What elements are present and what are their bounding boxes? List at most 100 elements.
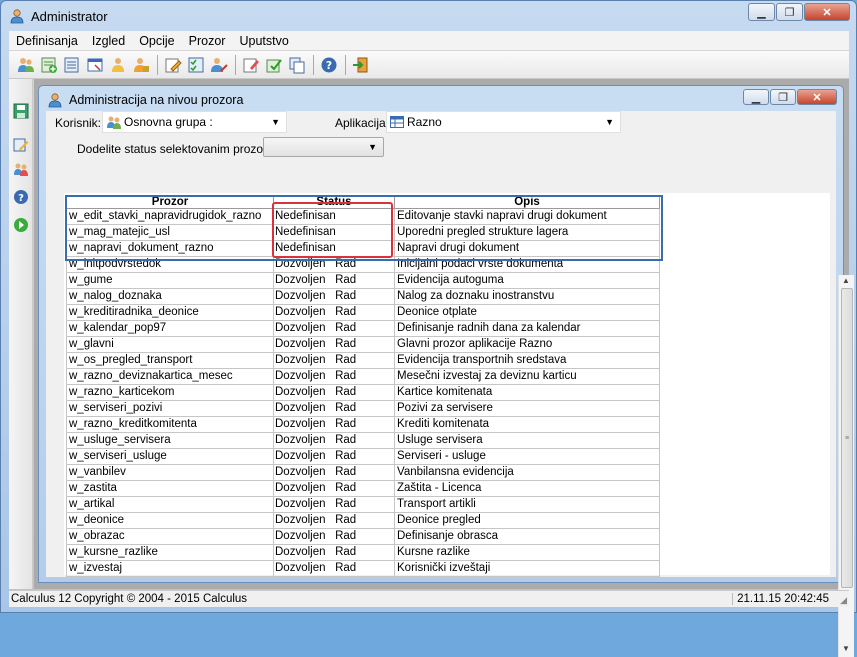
- child-minimize-button[interactable]: ▁: [743, 89, 769, 105]
- table-row[interactable]: w_artikal Dozvoljen Rad Transport artikli: [66, 496, 660, 513]
- cell-status[interactable]: Nedefinisan: [273, 224, 395, 241]
- cell-opis[interactable]: Zaštita - Licenca: [394, 480, 660, 497]
- cell-opis[interactable]: Uporedni pregled strukture lagera: [394, 224, 660, 241]
- resize-grip-icon[interactable]: ◢: [840, 595, 847, 606]
- table-row[interactable]: w_napravi_dokument_razno Nedefinisan Napra…: [66, 240, 660, 257]
- cell-status[interactable]: Dozvoljen Rad: [273, 496, 395, 513]
- cell-prozor[interactable]: w_kreditiradnika_deonice: [66, 304, 274, 321]
- menu-opcije[interactable]: Opcije: [132, 34, 181, 48]
- aplikacija-dropdown[interactable]: Razno ▼: [386, 111, 621, 133]
- menu-definisanja[interactable]: Definisanja: [9, 34, 85, 48]
- scroll-down-icon[interactable]: ▼: [842, 644, 850, 653]
- table-row[interactable]: w_glavni Dozvoljen Rad Glavni prozor aplik…: [66, 336, 660, 353]
- cell-status[interactable]: Nedefinisan: [273, 240, 395, 257]
- add-record-icon[interactable]: [38, 54, 60, 76]
- cell-prozor[interactable]: w_os_pregled_transport: [66, 352, 274, 369]
- cell-prozor[interactable]: w_deonice: [66, 512, 274, 529]
- table-row[interactable]: w_kreditiradnika_deonice Dozvoljen Rad Deo…: [66, 304, 660, 321]
- cell-status[interactable]: Dozvoljen Rad: [273, 336, 395, 353]
- cell-opis[interactable]: Kursne razlike: [394, 544, 660, 561]
- cell-opis[interactable]: Korisnički izveštaji: [394, 560, 660, 577]
- cell-prozor[interactable]: w_razno_kreditkomitenta: [66, 416, 274, 433]
- cell-status[interactable]: Dozvoljen Rad: [273, 272, 395, 289]
- child-restore-button[interactable]: ❐: [770, 89, 796, 105]
- cell-status[interactable]: Dozvoljen Rad: [273, 416, 395, 433]
- table-row[interactable]: w_serviseri_pozivi Dozvoljen Rad Pozivi za…: [66, 400, 660, 417]
- cell-opis[interactable]: Serviseri - usluge: [394, 448, 660, 465]
- edit-record-icon[interactable]: [61, 54, 83, 76]
- help-icon[interactable]: ?: [11, 187, 31, 207]
- cell-prozor[interactable]: w_obrazac: [66, 528, 274, 545]
- cell-opis[interactable]: Evidencija transportnih sredstava: [394, 352, 660, 369]
- window-icon[interactable]: [84, 54, 106, 76]
- go-icon[interactable]: [11, 215, 31, 235]
- title-bar[interactable]: Administrator ▁ ❐ ✕: [1, 1, 856, 31]
- column-header-status[interactable]: Status: [273, 195, 395, 209]
- cell-prozor[interactable]: w_artikal: [66, 496, 274, 513]
- cell-opis[interactable]: Mesečni izvestaj za deviznu karticu: [394, 368, 660, 385]
- cell-opis[interactable]: Pozivi za servisere: [394, 400, 660, 417]
- table-row[interactable]: w_initpodvrstedok Dozvoljen Rad Inicijalni…: [66, 256, 660, 273]
- cell-opis[interactable]: Napravi drugi dokument: [394, 240, 660, 257]
- help-icon[interactable]: ?: [318, 54, 340, 76]
- child-close-button[interactable]: ✕: [797, 89, 837, 105]
- cell-prozor[interactable]: w_serviseri_usluge: [66, 448, 274, 465]
- table-row[interactable]: w_zastita Dozvoljen Rad Zaštita - Licenca: [66, 480, 660, 497]
- table-row[interactable]: w_os_pregled_transport Dozvoljen Rad Evide…: [66, 352, 660, 369]
- cell-status[interactable]: Dozvoljen Rad: [273, 512, 395, 529]
- cell-status[interactable]: Dozvoljen Rad: [273, 448, 395, 465]
- cell-opis[interactable]: Usluge servisera: [394, 432, 660, 449]
- cell-status[interactable]: Dozvoljen Rad: [273, 256, 395, 273]
- korisnik-dropdown[interactable]: Osnovna grupa : ▼: [102, 111, 287, 133]
- cell-prozor[interactable]: w_izvestaj: [66, 560, 274, 577]
- cell-opis[interactable]: Transport artikli: [394, 496, 660, 513]
- cell-status[interactable]: Dozvoljen Rad: [273, 384, 395, 401]
- table-row[interactable]: w_nalog_doznaka Dozvoljen Rad Nalog za doz…: [66, 288, 660, 305]
- cell-prozor[interactable]: w_gume: [66, 272, 274, 289]
- cell-prozor[interactable]: w_glavni: [66, 336, 274, 353]
- edit-list-icon[interactable]: [11, 135, 31, 155]
- cell-prozor[interactable]: w_initpodvrstedok: [66, 256, 274, 273]
- restore-button[interactable]: ❐: [776, 3, 803, 21]
- exit-icon[interactable]: [350, 54, 372, 76]
- cell-opis[interactable]: Definisanje radnih dana za kalendar: [394, 320, 660, 337]
- cell-opis[interactable]: Deonice pregled: [394, 512, 660, 529]
- user-group-icon[interactable]: [11, 159, 31, 179]
- cell-opis[interactable]: Krediti komitenata: [394, 416, 660, 433]
- cell-status[interactable]: Dozvoljen Rad: [273, 400, 395, 417]
- menu-uputstvo[interactable]: Uputstvo: [232, 34, 295, 48]
- table-row[interactable]: w_razno_deviznakartica_mesec Dozvoljen Ra…: [66, 368, 660, 385]
- cell-status[interactable]: Dozvoljen Rad: [273, 544, 395, 561]
- child-title-bar[interactable]: Administracija na nivou prozora: [47, 90, 243, 110]
- assign-status-dropdown[interactable]: ▼: [263, 137, 384, 157]
- cell-prozor[interactable]: w_kalendar_pop97: [66, 320, 274, 337]
- cell-prozor[interactable]: w_kursne_razlike: [66, 544, 274, 561]
- cell-status[interactable]: Dozvoljen Rad: [273, 320, 395, 337]
- column-header-opis[interactable]: Opis: [394, 195, 660, 209]
- scroll-thumb[interactable]: ≡: [841, 288, 853, 588]
- cell-prozor[interactable]: w_razno_deviznakartica_mesec: [66, 368, 274, 385]
- cell-status[interactable]: Dozvoljen Rad: [273, 288, 395, 305]
- table-row[interactable]: w_edit_stavki_napravidrugidok_razno Nedef…: [66, 208, 660, 225]
- checklist-icon[interactable]: [185, 54, 207, 76]
- cell-opis[interactable]: Glavni prozor aplikacije Razno: [394, 336, 660, 353]
- cell-status[interactable]: Dozvoljen Rad: [273, 480, 395, 497]
- menu-izgled[interactable]: Izgled: [85, 34, 132, 48]
- cell-status[interactable]: Dozvoljen Rad: [273, 352, 395, 369]
- scroll-up-icon[interactable]: ▲: [842, 276, 850, 285]
- cell-opis[interactable]: Kartice komitenata: [394, 384, 660, 401]
- approve-icon[interactable]: [263, 54, 285, 76]
- cell-prozor[interactable]: w_nalog_doznaka: [66, 288, 274, 305]
- table-row[interactable]: w_razno_karticekom Dozvoljen Rad Kartice k…: [66, 384, 660, 401]
- user-lock-icon[interactable]: [130, 54, 152, 76]
- cell-prozor[interactable]: w_razno_karticekom: [66, 384, 274, 401]
- forms-icon[interactable]: [286, 54, 308, 76]
- cell-status[interactable]: Dozvoljen Rad: [273, 368, 395, 385]
- table-row[interactable]: w_mag_matejic_usl Nedefinisan Uporedni pre…: [66, 224, 660, 241]
- cell-opis[interactable]: Definisanje obrasca: [394, 528, 660, 545]
- cell-prozor[interactable]: w_zastita: [66, 480, 274, 497]
- users-icon[interactable]: [15, 54, 37, 76]
- save-icon[interactable]: [11, 101, 31, 121]
- cell-prozor[interactable]: w_usluge_servisera: [66, 432, 274, 449]
- table-row[interactable]: w_serviseri_usluge Dozvoljen Rad Serviseri…: [66, 448, 660, 465]
